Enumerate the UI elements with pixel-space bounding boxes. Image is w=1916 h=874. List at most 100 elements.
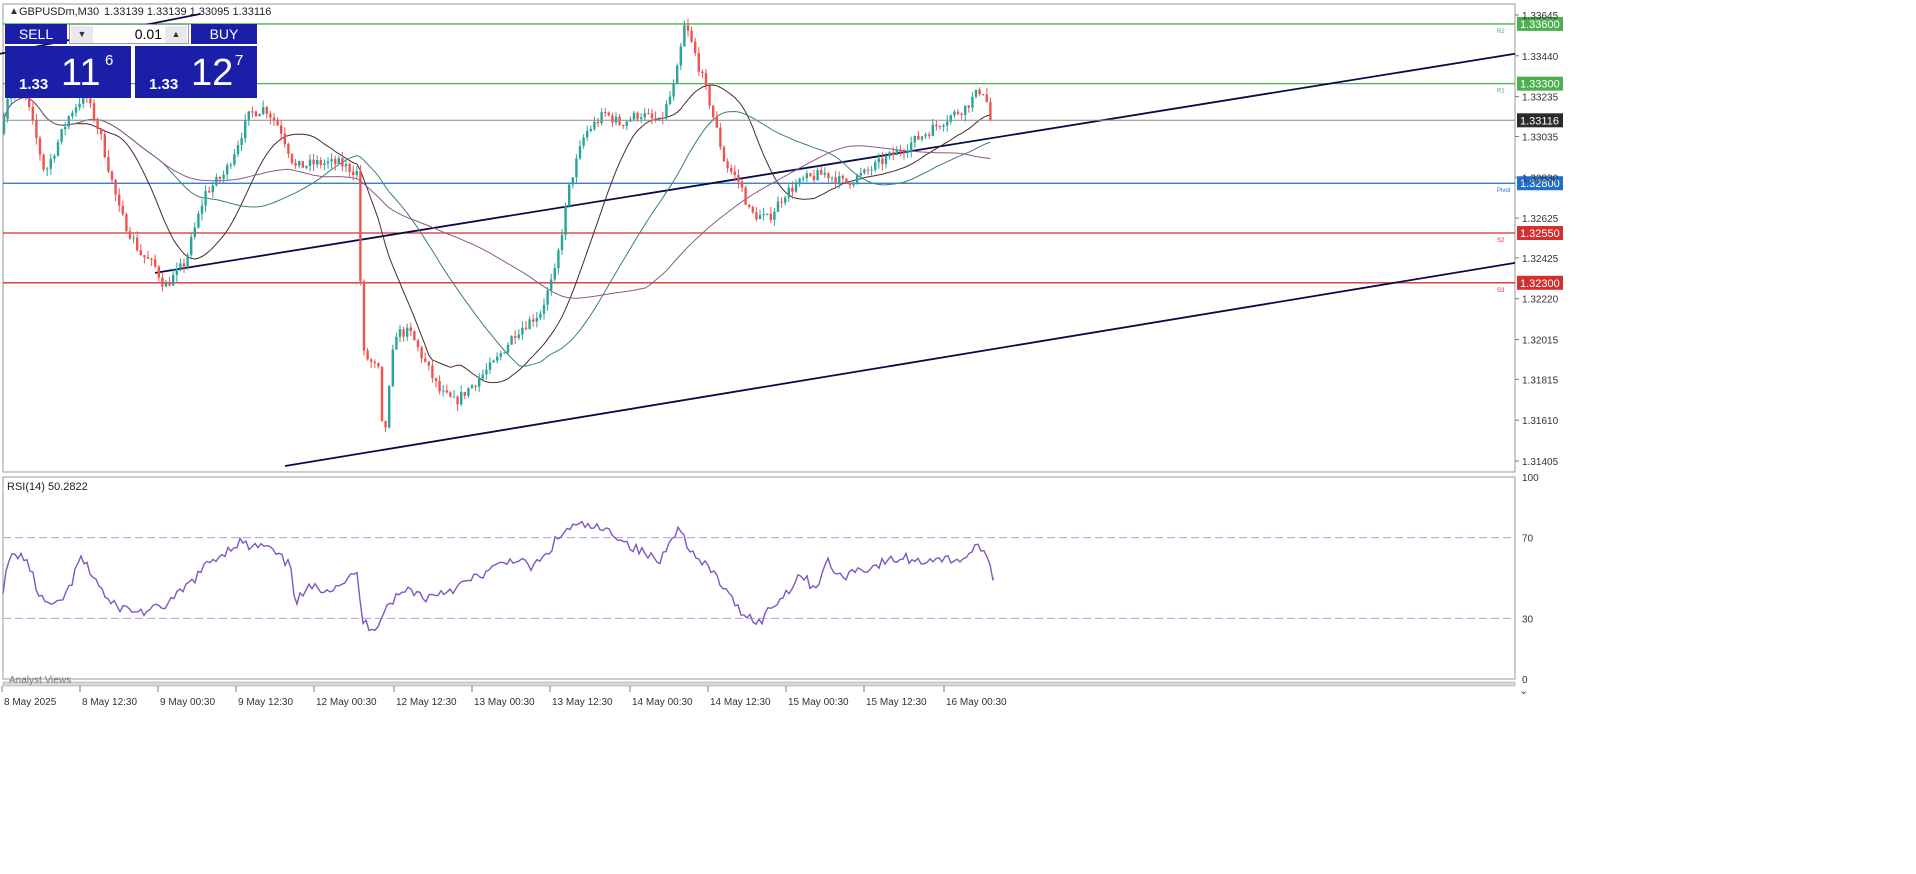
candle-body bbox=[643, 113, 646, 118]
candle-body bbox=[283, 133, 286, 145]
candle-body bbox=[809, 173, 812, 176]
analyst-views-tab[interactable]: Analyst Views bbox=[9, 675, 71, 686]
candle-body bbox=[377, 363, 380, 367]
candle-body bbox=[449, 392, 452, 397]
price-tick-label: 1.32625 bbox=[1522, 214, 1559, 225]
candle-body bbox=[607, 112, 610, 116]
candle-body bbox=[586, 130, 589, 138]
time-tick-label: 15 May 00:30 bbox=[788, 697, 849, 708]
candle-body bbox=[679, 46, 682, 66]
candle-body bbox=[110, 171, 114, 180]
candle-body bbox=[694, 41, 697, 54]
candle-body bbox=[632, 112, 636, 120]
candle-body bbox=[917, 135, 920, 140]
candle-body bbox=[766, 213, 769, 215]
candle-body bbox=[6, 98, 9, 120]
candle-body bbox=[726, 161, 729, 169]
candle-body bbox=[355, 171, 358, 175]
candle-body bbox=[881, 158, 884, 165]
candle-body bbox=[456, 396, 459, 405]
candle-body bbox=[391, 349, 394, 386]
sell-quote[interactable]: 1.33 11 6 bbox=[5, 46, 131, 98]
time-tick-label: 13 May 12:30 bbox=[552, 697, 613, 708]
candle-body bbox=[946, 121, 949, 126]
candle-body bbox=[78, 103, 81, 108]
candle-body bbox=[352, 171, 355, 175]
lot-increase-icon[interactable]: ▲ bbox=[165, 26, 187, 43]
candle-body bbox=[650, 113, 654, 119]
candle-body bbox=[488, 362, 492, 370]
candle-body bbox=[67, 116, 70, 127]
candle-body bbox=[424, 358, 427, 362]
candle-body bbox=[348, 164, 351, 172]
candle-body bbox=[528, 319, 531, 330]
candle-body bbox=[431, 365, 434, 379]
candle-body bbox=[182, 263, 186, 267]
candle-body bbox=[2, 119, 6, 134]
candle-body bbox=[60, 129, 63, 143]
candle-body bbox=[776, 201, 780, 212]
candle-body bbox=[697, 53, 700, 72]
candle-body bbox=[550, 279, 553, 291]
candle-body bbox=[362, 281, 366, 351]
candle-body bbox=[974, 89, 978, 97]
candle-body bbox=[758, 215, 762, 220]
lot-decrease-icon[interactable]: ▼ bbox=[71, 26, 93, 43]
header-triangle-icon[interactable]: ▲ bbox=[9, 6, 19, 17]
candle-body bbox=[715, 117, 718, 128]
chart-window[interactable]: R21.33600R11.33300Pivot1.32800S21.32550S… bbox=[0, 0, 1916, 874]
scroll-down-icon[interactable]: ⌄ bbox=[1519, 685, 1528, 697]
candle-body bbox=[524, 327, 528, 330]
candle-body bbox=[74, 107, 78, 113]
candle-body bbox=[499, 353, 502, 357]
candle-body bbox=[222, 174, 225, 179]
candle-body bbox=[92, 103, 96, 121]
candle-body bbox=[787, 187, 790, 198]
candle-body bbox=[280, 125, 283, 134]
candle-body bbox=[546, 290, 549, 305]
lot-size-input[interactable] bbox=[94, 26, 162, 42]
buy-quote[interactable]: 1.33 12 7 bbox=[135, 46, 257, 98]
candle-body bbox=[884, 156, 888, 165]
buy-button[interactable]: BUY bbox=[191, 24, 257, 44]
candle-body bbox=[784, 197, 787, 203]
candle-body bbox=[485, 369, 488, 375]
candle-body bbox=[737, 174, 740, 182]
candle-body bbox=[578, 146, 582, 159]
candle-body bbox=[506, 344, 510, 353]
candle-body bbox=[380, 366, 384, 421]
candle-body bbox=[877, 158, 880, 163]
candle-body bbox=[834, 177, 837, 184]
candle-body bbox=[913, 135, 916, 143]
level-name-pivot: Pivot bbox=[1497, 188, 1511, 194]
candle-body bbox=[186, 254, 189, 267]
candle-body bbox=[690, 30, 693, 42]
candle-body bbox=[470, 385, 474, 389]
time-tick-label: 15 May 12:30 bbox=[866, 697, 927, 708]
candle-body bbox=[35, 120, 38, 139]
candle-body bbox=[928, 134, 931, 136]
candle-body bbox=[517, 334, 520, 338]
sell-button[interactable]: SELL bbox=[5, 24, 67, 44]
candle-body bbox=[229, 164, 232, 166]
candle-body bbox=[172, 274, 175, 286]
candle-body bbox=[798, 178, 801, 185]
candle-body bbox=[373, 361, 376, 364]
candle-body bbox=[604, 112, 607, 114]
candle-body bbox=[967, 105, 970, 108]
pane-splitter[interactable] bbox=[2, 681, 1516, 687]
candle-body bbox=[960, 113, 963, 115]
candle-body bbox=[924, 134, 927, 137]
sell-quote-big: 11 bbox=[61, 52, 101, 94]
candle-body bbox=[143, 255, 146, 258]
candle-body bbox=[157, 266, 160, 278]
candle-body bbox=[985, 94, 988, 102]
candle-body bbox=[226, 165, 229, 175]
candle-body bbox=[384, 420, 387, 428]
candle-body bbox=[298, 161, 301, 166]
candle-body bbox=[514, 336, 517, 338]
price-tick-label: 1.33235 bbox=[1522, 93, 1559, 104]
candle-body bbox=[481, 374, 484, 379]
time-tick-label: 8 May 12:30 bbox=[82, 697, 137, 708]
candle-body bbox=[233, 154, 236, 165]
